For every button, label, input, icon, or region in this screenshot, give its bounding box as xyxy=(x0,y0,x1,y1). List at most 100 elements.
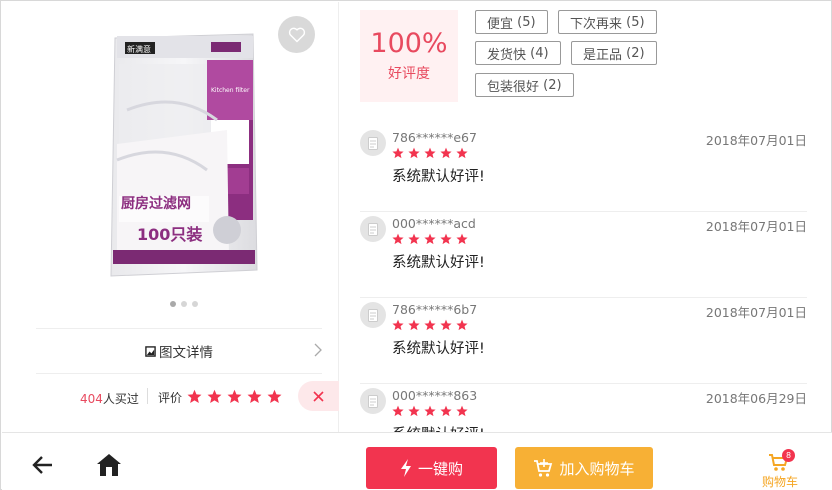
star-icon xyxy=(207,389,222,403)
detail-link-label: 图文详情 xyxy=(159,345,213,361)
rating-summary: 100% 好评度 xyxy=(360,10,458,102)
star-icon xyxy=(408,233,420,245)
review-tag-label: 是正品 xyxy=(583,47,623,63)
review-tag-label: 下次再来 xyxy=(570,16,623,32)
review-date: 2018年06月29日 xyxy=(705,391,807,406)
review-stars xyxy=(392,319,468,331)
lightning-icon xyxy=(400,459,411,477)
review-tag[interactable]: 发货快 (4) xyxy=(475,41,561,65)
review-item: 786******6b7 2018年07月01日 系统默认好评! xyxy=(360,298,807,384)
carousel-dot[interactable] xyxy=(170,301,176,307)
back-arrow-icon xyxy=(32,456,52,474)
product-stats: 404人买过 评价 xyxy=(2,376,339,418)
avatar-icon xyxy=(360,216,386,242)
review-text: 系统默认好评! xyxy=(392,255,485,271)
close-icon xyxy=(313,390,324,402)
reviews-panel: 100% 好评度 便宜 (5) 下次再来 (5) 发货快 (4) 是正品 (2)… xyxy=(340,2,832,432)
review-stars xyxy=(392,233,468,245)
star-icon xyxy=(408,319,420,331)
review-date: 2018年07月01日 xyxy=(705,219,807,234)
star-icon xyxy=(440,319,452,331)
buy-now-button[interactable]: 一键购 xyxy=(366,447,497,489)
review-item: 786******e67 2018年07月01日 系统默认好评! xyxy=(360,126,807,212)
close-button[interactable] xyxy=(298,381,339,411)
rating-percent: 100% xyxy=(370,28,448,60)
review-tag[interactable]: 下次再来 (5) xyxy=(558,10,657,34)
review-text: 系统默认好评! xyxy=(392,169,485,185)
review-tag-label: 便宜 xyxy=(487,16,514,32)
review-tag-count: (2) xyxy=(626,45,645,61)
star-icon xyxy=(424,147,436,159)
review-user: 000******acd xyxy=(392,216,476,231)
star-icon xyxy=(247,389,262,403)
review-tag-count: (5) xyxy=(517,14,536,30)
buyers-suffix: 人买过 xyxy=(102,392,139,406)
divider xyxy=(147,388,148,404)
review-tag[interactable]: 便宜 (5) xyxy=(475,10,548,34)
star-icon xyxy=(392,319,404,331)
review-stars xyxy=(392,147,468,159)
package-title: 厨房过滤网 xyxy=(121,195,191,212)
review-tag-label: 发货快 xyxy=(487,47,527,63)
favorite-button[interactable] xyxy=(278,16,315,53)
review-stars xyxy=(392,405,468,417)
add-to-cart-label: 加入购物车 xyxy=(559,459,635,478)
review-tag[interactable]: 包装很好 (2) xyxy=(475,73,574,97)
review-tag-count: (4) xyxy=(530,45,549,61)
package-brand: 新满意 xyxy=(127,44,151,54)
review-item: 000******acd 2018年07月01日 系统默认好评! xyxy=(360,212,807,298)
star-icon xyxy=(456,147,468,159)
review-tag-count: (2) xyxy=(543,77,562,93)
star-icon xyxy=(227,389,242,403)
star-icon xyxy=(392,147,404,159)
carousel-dot[interactable] xyxy=(192,301,198,307)
rating-percent-label: 好评度 xyxy=(388,65,430,82)
avatar-icon xyxy=(360,388,386,414)
star-icon xyxy=(408,405,420,417)
carousel-dots[interactable] xyxy=(170,301,198,307)
cart-button[interactable]: 8 购物车 xyxy=(758,449,802,489)
product-panel: 新满意 Kitchen filter 厨房过滤网 100只装 图文详情 404人… xyxy=(2,2,339,432)
package-count: 100只装 xyxy=(137,225,202,244)
star-icon xyxy=(456,319,468,331)
avatar-icon xyxy=(360,302,386,328)
review-item: 000******863 2018年06月29日 系统默认好评! xyxy=(360,384,807,432)
back-button[interactable] xyxy=(32,455,54,479)
cart-badge: 8 xyxy=(782,449,795,462)
review-tag-label: 包装很好 xyxy=(487,79,540,95)
review-text: 系统默认好评! xyxy=(392,423,485,432)
rating-stars xyxy=(187,389,282,404)
home-button[interactable] xyxy=(96,453,122,481)
star-icon xyxy=(424,319,436,331)
carousel-dot[interactable] xyxy=(181,301,187,307)
review-user: 786******e67 xyxy=(392,130,477,145)
star-icon xyxy=(456,405,468,417)
cart-label: 购物车 xyxy=(762,475,799,489)
star-icon xyxy=(392,405,404,417)
package-subtitle: Kitchen filter xyxy=(211,87,250,94)
star-icon xyxy=(408,147,420,159)
review-tag[interactable]: 是正品 (2) xyxy=(571,41,657,65)
star-icon xyxy=(440,405,452,417)
buyers-count: 404人买过 xyxy=(80,390,139,407)
star-icon xyxy=(440,147,452,159)
review-date: 2018年07月01日 xyxy=(705,133,807,148)
rating-label: 评价 xyxy=(158,391,183,405)
buyers-number: 404 xyxy=(80,392,103,406)
add-to-cart-button[interactable]: 加入购物车 xyxy=(515,447,653,489)
star-icon xyxy=(456,233,468,245)
cart-add-icon xyxy=(534,459,553,477)
avatar-icon xyxy=(360,130,386,156)
buy-now-label: 一键购 xyxy=(417,459,463,478)
product-image[interactable]: 新满意 Kitchen filter 厨房过滤网 100只装 xyxy=(107,20,259,282)
star-icon xyxy=(440,233,452,245)
star-icon xyxy=(392,233,404,245)
home-icon xyxy=(97,454,121,476)
star-icon xyxy=(424,405,436,417)
chevron-right-icon xyxy=(314,343,322,357)
divider xyxy=(36,373,322,374)
star-icon xyxy=(424,233,436,245)
review-text: 系统默认好评! xyxy=(392,341,485,357)
app-frame: 新满意 Kitchen filter 厨房过滤网 100只装 图文详情 404人… xyxy=(0,0,832,490)
detail-link[interactable]: 图文详情 xyxy=(36,329,322,373)
